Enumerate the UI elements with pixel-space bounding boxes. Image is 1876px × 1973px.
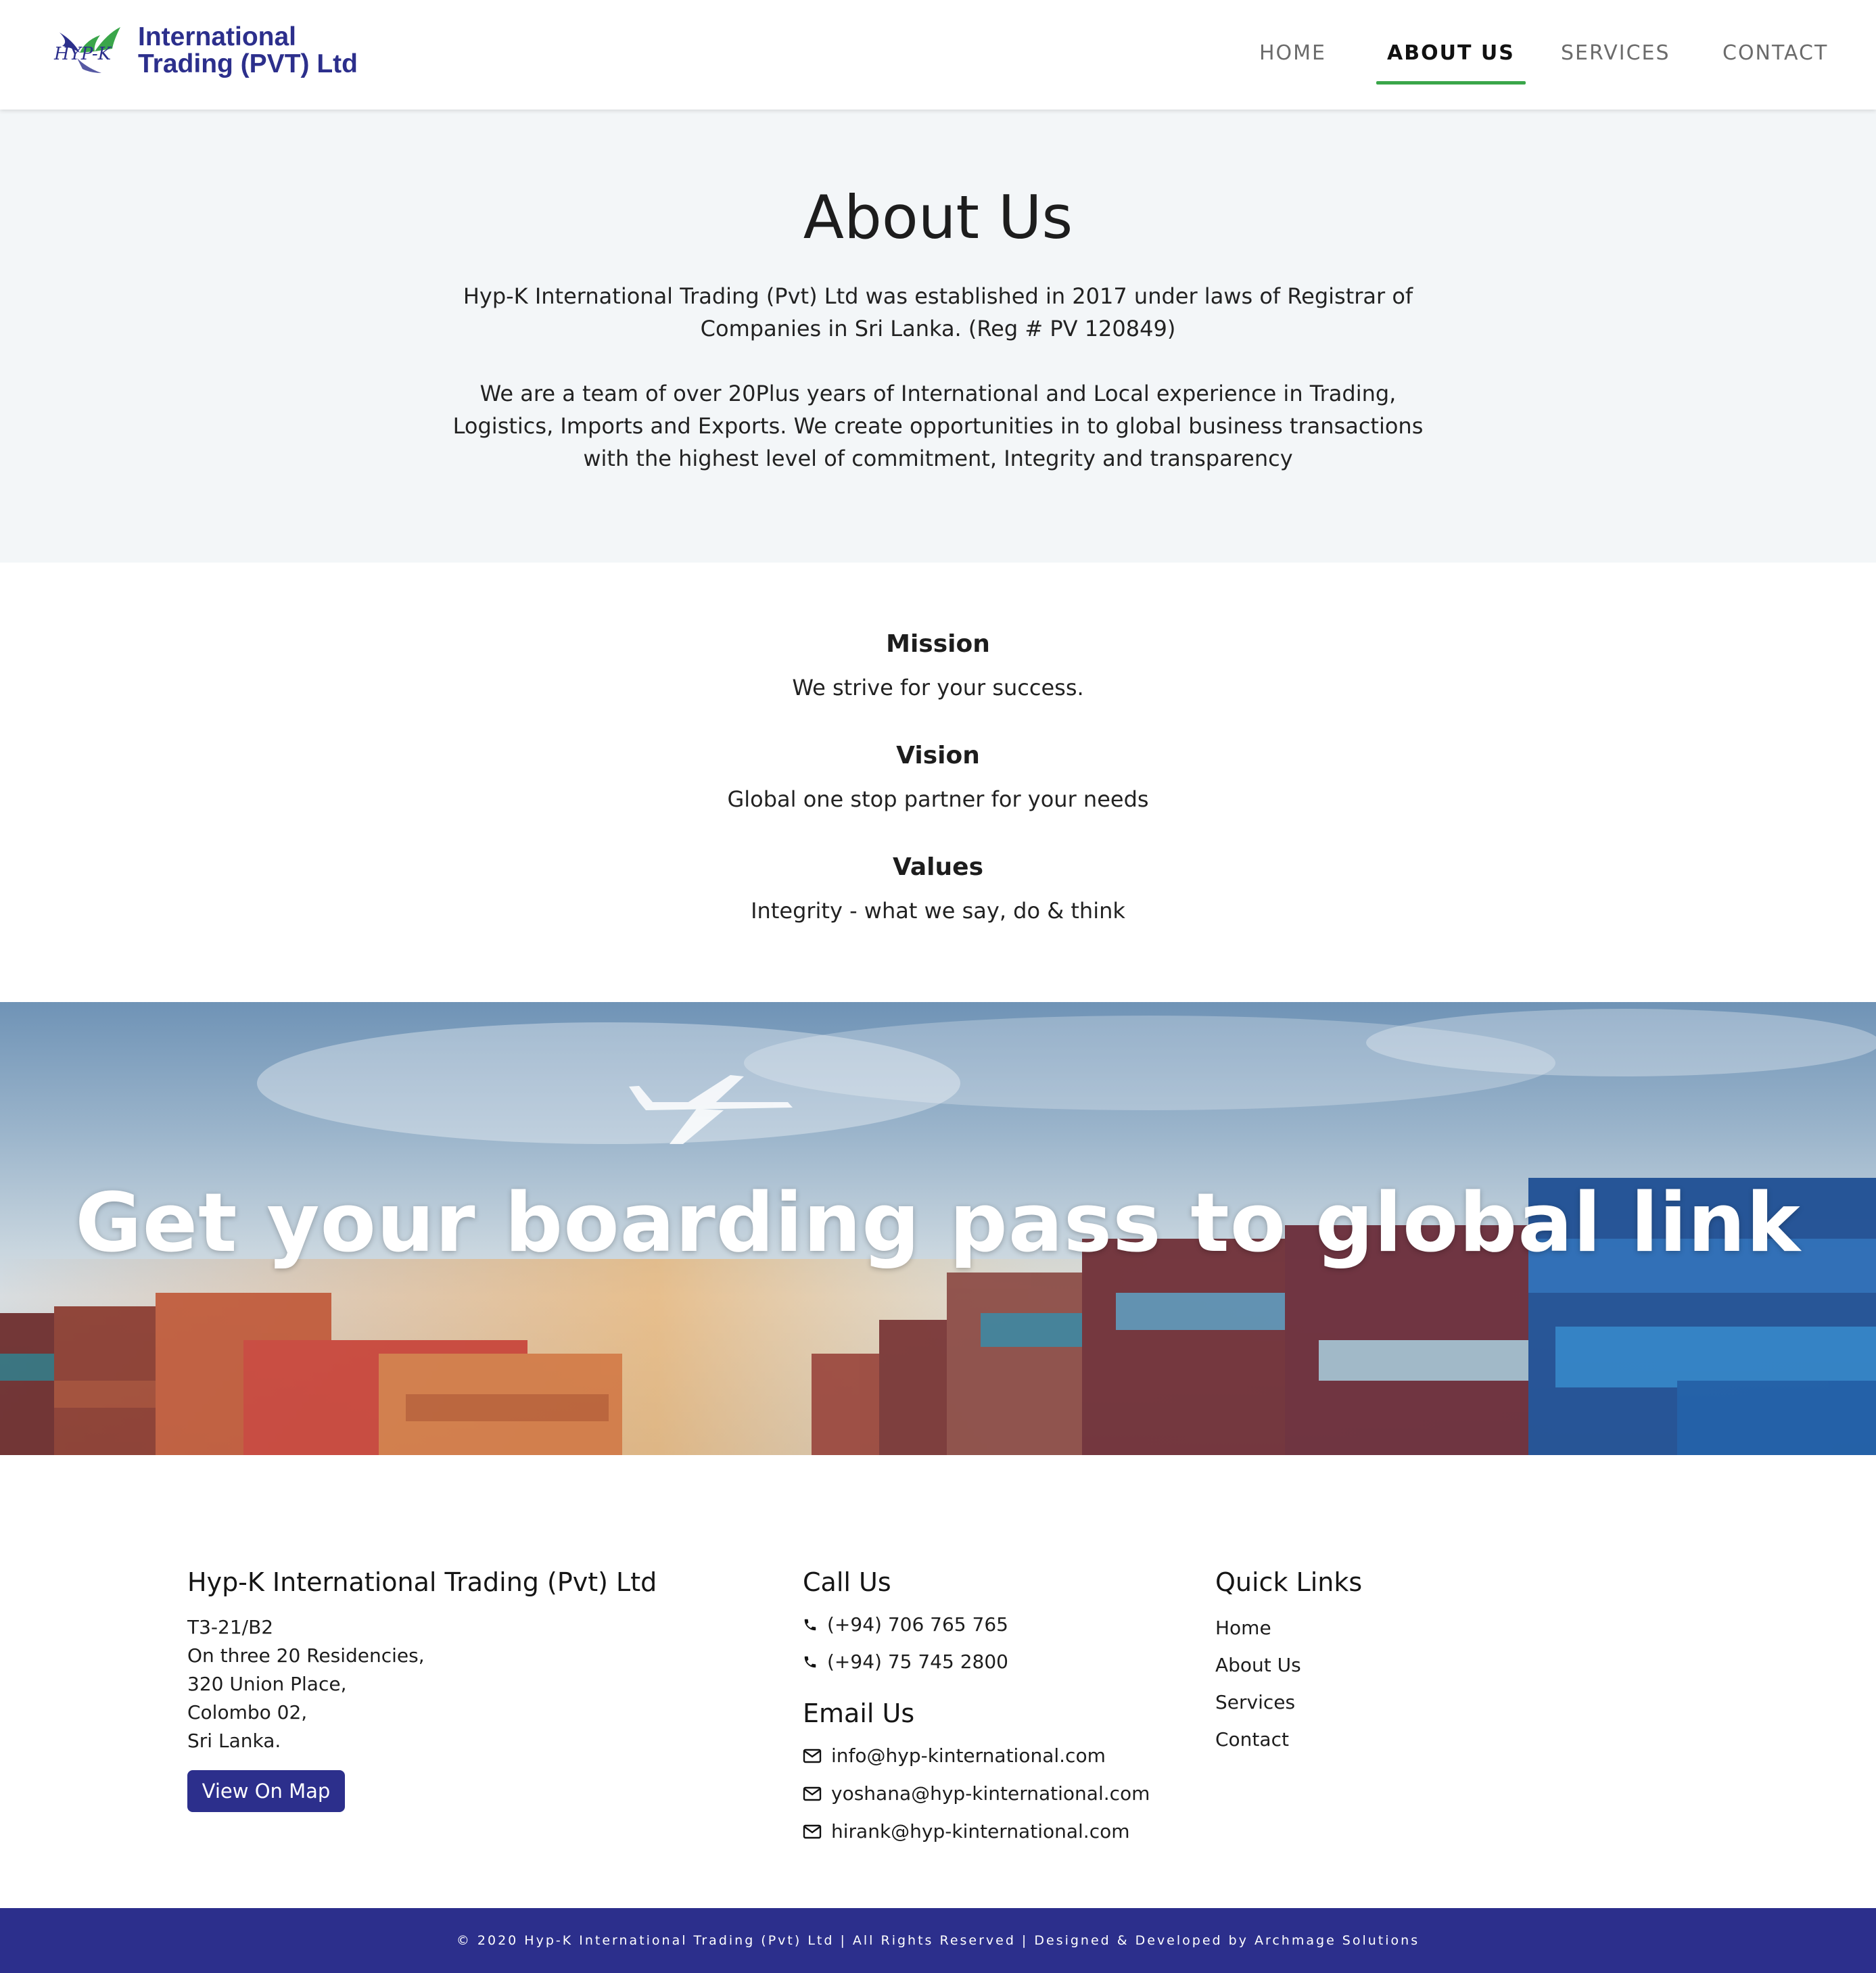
footer-company-title: Hyp-K International Trading (Pvt) Ltd [187, 1567, 657, 1597]
email-link[interactable]: hirank@hyp-kinternational.com [803, 1820, 1130, 1843]
envelope-icon [803, 1786, 822, 1801]
about-paragraph-experience: We are a team of over 20Plus years of In… [452, 381, 1424, 471]
vision-text: Global one stop partner for your needs [727, 786, 1149, 812]
quick-links-heading: Quick Links [1215, 1567, 1363, 1597]
email-link[interactable]: yoshana@hyp-kinternational.com [803, 1782, 1150, 1805]
nav-services[interactable]: SERVICES [1561, 0, 1670, 110]
address-line: Sri Lanka. [187, 1730, 281, 1752]
copyright-bar: © 2020 Hyp-K International Trading (Pvt)… [0, 1908, 1876, 1973]
address-line: 320 Union Place, [187, 1673, 347, 1695]
email-address: yoshana@hyp-kinternational.com [831, 1782, 1150, 1805]
call-us-heading: Call Us [803, 1567, 891, 1597]
about-section: About Us Hyp-K International Trading (Pv… [0, 110, 1876, 563]
banner-headline: Get your boarding pass to global link [75, 1176, 1801, 1270]
quick-link-contact[interactable]: Contact [1215, 1728, 1289, 1751]
about-paragraph-registration: Hyp-K International Trading (Pvt) Ltd wa… [463, 283, 1413, 341]
footer-address: T3-21/B2 On three 20 Residencies, 320 Un… [187, 1613, 425, 1755]
phone-link[interactable]: (+94) 706 765 765 [803, 1613, 1008, 1636]
email-address: hirank@hyp-kinternational.com [831, 1820, 1130, 1843]
hero-banner: Get your boarding pass to global link [0, 1002, 1876, 1455]
mission-text: We strive for your success. [792, 675, 1084, 700]
page-title: About Us [803, 183, 1073, 252]
site-header: HYP-K International Trading (PVT) Ltd HO… [0, 0, 1876, 110]
phone-icon [804, 1619, 816, 1630]
email-us-heading: Email Us [803, 1698, 915, 1728]
values-text: Integrity - what we say, do & think [751, 898, 1125, 924]
envelope-icon [803, 1749, 822, 1763]
nav-home[interactable]: HOME [1259, 0, 1326, 110]
logo-line-2: Trading (PVT) Ltd [138, 49, 358, 78]
email-address: info@hyp-kinternational.com [831, 1744, 1106, 1767]
logo-line-1: International [138, 22, 297, 51]
svg-text:HYP-K: HYP-K [53, 44, 112, 64]
nav-contact[interactable]: CONTACT [1722, 0, 1828, 110]
company-logo[interactable]: HYP-K International Trading (PVT) Ltd [53, 20, 358, 81]
envelope-icon [803, 1824, 822, 1838]
address-line: T3-21/B2 [187, 1616, 274, 1638]
phone-number: (+94) 706 765 765 [827, 1613, 1008, 1636]
phone-link[interactable]: (+94) 75 745 2800 [803, 1650, 1008, 1673]
quick-link-about-us[interactable]: About Us [1215, 1654, 1301, 1676]
phone-number: (+94) 75 745 2800 [827, 1650, 1008, 1673]
vision-heading: Vision [896, 742, 980, 769]
logo-bird-icon: HYP-K [53, 20, 133, 81]
address-line: Colombo 02, [187, 1701, 308, 1724]
view-on-map-button[interactable]: View On Map [187, 1770, 345, 1812]
quick-link-home[interactable]: Home [1215, 1617, 1271, 1639]
quick-link-services[interactable]: Services [1215, 1691, 1295, 1713]
mission-heading: Mission [886, 630, 990, 658]
logo-text: International Trading (PVT) Ltd [138, 24, 358, 78]
nav-about-us[interactable]: ABOUT US [1376, 0, 1526, 110]
address-line: On three 20 Residencies, [187, 1644, 425, 1667]
values-heading: Values [893, 853, 983, 881]
active-nav-indicator [1376, 81, 1526, 85]
email-link[interactable]: info@hyp-kinternational.com [803, 1744, 1106, 1767]
nav-about-us-label: ABOUT US [1387, 41, 1515, 65]
phone-icon [804, 1656, 816, 1667]
mission-vision-values-section: Mission We strive for your success. Visi… [0, 563, 1876, 1002]
